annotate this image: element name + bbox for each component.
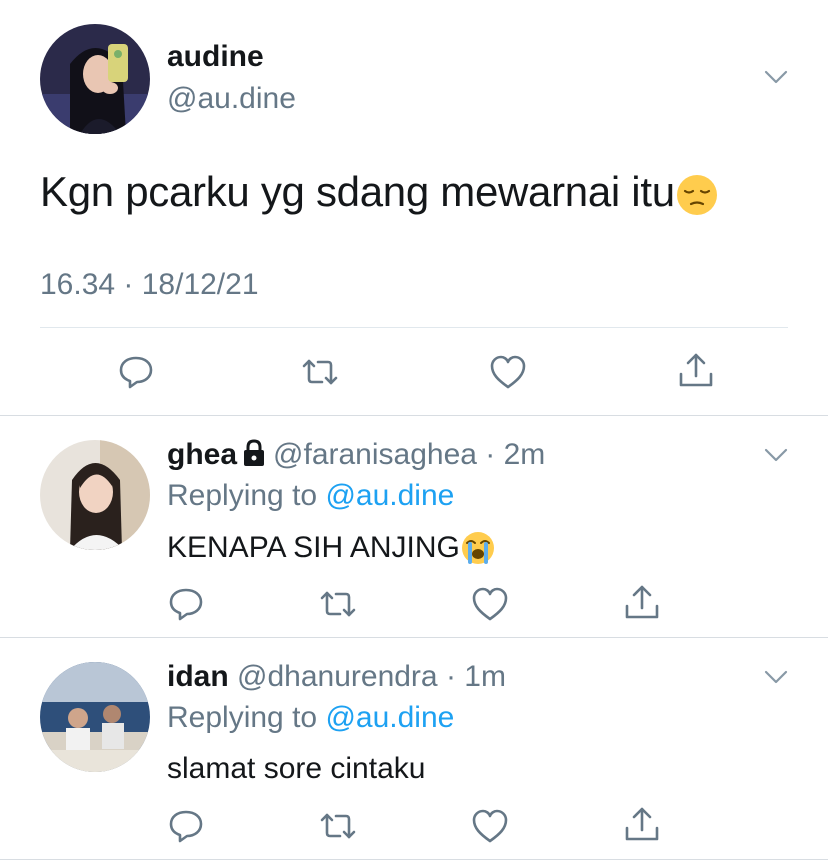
author-name[interactable]: idan: [167, 660, 229, 693]
author-handle[interactable]: @faranisaghea: [273, 438, 477, 471]
tweet-text: Kgn pcarku yg sdang mewarnai itu: [40, 168, 719, 219]
reply-time: 2m: [503, 438, 546, 471]
reply-text: slamat sore cintaku: [167, 752, 426, 785]
retweet-icon[interactable]: [318, 806, 358, 846]
author-name[interactable]: ghea: [167, 438, 237, 471]
loudly-crying-face-emoji: [460, 530, 496, 568]
like-icon[interactable]: [470, 584, 510, 624]
chevron-down-icon[interactable]: [764, 670, 788, 684]
replying-to: Replying to @au.dine: [167, 701, 454, 735]
lock-icon: [241, 439, 267, 475]
reply-icon[interactable]: [166, 806, 206, 846]
replying-to: Replying to @au.dine: [167, 479, 454, 513]
avatar[interactable]: [40, 440, 150, 550]
divider: [40, 327, 788, 328]
avatar[interactable]: [40, 662, 150, 772]
like-icon[interactable]: [488, 352, 528, 392]
author-handle[interactable]: @au.dine: [167, 82, 296, 116]
tweet-text-content: Kgn pcarku yg sdang mewarnai itu: [40, 168, 675, 215]
reply-text-content: KENAPA SIH ANJING: [167, 530, 460, 564]
share-icon[interactable]: [676, 350, 716, 390]
reply-header: idan @dhanurendra · 1m: [167, 660, 506, 693]
share-icon[interactable]: [622, 804, 662, 844]
replying-to-link[interactable]: @au.dine: [325, 479, 454, 512]
retweet-icon[interactable]: [318, 584, 358, 624]
reply-time: 1m: [464, 660, 506, 693]
share-icon[interactable]: [622, 582, 662, 622]
divider: [0, 859, 828, 860]
tweet-timestamp: 16.34 · 18/12/21: [40, 268, 259, 301]
author-name[interactable]: audine: [167, 40, 264, 74]
replying-to-link[interactable]: @au.dine: [325, 701, 454, 734]
chevron-down-icon[interactable]: [764, 448, 788, 462]
reply-icon[interactable]: [116, 352, 156, 392]
divider: [0, 415, 828, 416]
avatar[interactable]: [40, 24, 150, 134]
chevron-down-icon[interactable]: [764, 70, 788, 84]
pensive-face-emoji: [675, 171, 719, 219]
divider: [0, 637, 828, 638]
reply-icon[interactable]: [166, 584, 206, 624]
reply-text: KENAPA SIH ANJING: [167, 530, 496, 568]
retweet-icon[interactable]: [300, 352, 340, 392]
replying-to-label: Replying to: [167, 701, 318, 734]
like-icon[interactable]: [470, 806, 510, 846]
replying-to-label: Replying to: [167, 479, 318, 512]
author-handle[interactable]: @dhanurendra: [237, 660, 438, 693]
reply-header: ghea @faranisaghea · 2m: [167, 438, 545, 475]
